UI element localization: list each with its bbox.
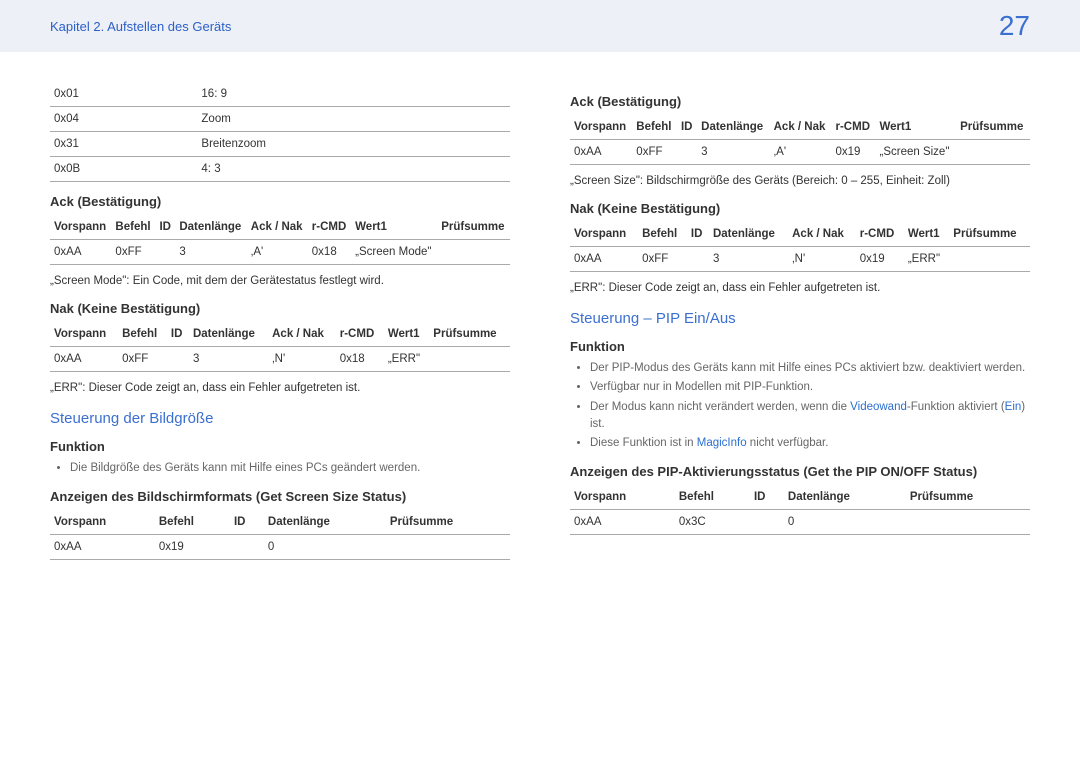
- ack-table: VorspannBefehlIDDatenlängeAck / Nakr-CMD…: [570, 115, 1030, 165]
- table-row: 0xAA0xFF3‚N'0x19„ERR": [570, 247, 1030, 272]
- nak-note: „ERR": Dieser Code zeigt an, dass ein Fe…: [50, 380, 510, 396]
- ack-title: Ack (Bestätigung): [50, 194, 510, 209]
- ack-title: Ack (Bestätigung): [570, 94, 1030, 109]
- section-title-pip: Steuerung – PIP Ein/Aus: [570, 310, 1030, 327]
- table-row: 0xAA0xFF3‚A'0x19„Screen Size": [570, 140, 1030, 165]
- table-row: 0xAA0x3C0: [570, 510, 1030, 535]
- funktion-title: Funktion: [50, 439, 510, 454]
- nak-title: Nak (Keine Bestätigung): [570, 201, 1030, 216]
- page-number: 27: [999, 10, 1030, 42]
- code-table: 0x0116: 9 0x04Zoom 0x31Breitenzoom 0x0B4…: [50, 82, 510, 182]
- header-bar: Kapitel 2. Aufstellen des Geräts 27: [0, 0, 1080, 52]
- table-row: 0x04Zoom: [50, 107, 510, 132]
- table-row: 0xAA0x190: [50, 535, 510, 560]
- status-table: VorspannBefehlIDDatenlängePrüfsumme 0xAA…: [50, 510, 510, 560]
- table-row: 0x0B4: 3: [50, 157, 510, 182]
- status-table: VorspannBefehlIDDatenlängePrüfsumme 0xAA…: [570, 485, 1030, 535]
- table-row: 0x31Breitenzoom: [50, 132, 510, 157]
- magicinfo-link[interactable]: MagicInfo: [697, 437, 747, 449]
- nak-table: VorspannBefehlIDDatenlängeAck / Nakr-CMD…: [570, 222, 1030, 272]
- table-row: 0xAA0xFF3‚N'0x18„ERR": [50, 347, 510, 372]
- table-row: 0xAA0xFF3‚A'0x18„Screen Mode": [50, 240, 510, 265]
- nak-title: Nak (Keine Bestätigung): [50, 301, 510, 316]
- chapter-title: Kapitel 2. Aufstellen des Geräts: [50, 19, 231, 34]
- ack-note: „Screen Size": Bildschirmgröße des Gerät…: [570, 173, 1030, 189]
- left-column: 0x0116: 9 0x04Zoom 0x31Breitenzoom 0x0B4…: [50, 82, 510, 560]
- funktion-title: Funktion: [570, 339, 1030, 354]
- funktion-list: Die Bildgröße des Geräts kann mit Hilfe …: [50, 460, 510, 477]
- ein-link[interactable]: Ein: [1005, 401, 1022, 413]
- videowand-link[interactable]: Videowand: [850, 401, 907, 413]
- content: 0x0116: 9 0x04Zoom 0x31Breitenzoom 0x0B4…: [0, 52, 1080, 560]
- section-title-bildgroesse: Steuerung der Bildgröße: [50, 410, 510, 427]
- nak-note: „ERR": Dieser Code zeigt an, dass ein Fe…: [570, 280, 1030, 296]
- status-title: Anzeigen des PIP-Aktivierungsstatus (Get…: [570, 464, 1030, 479]
- list-item: Diese Funktion ist in MagicInfo nicht ve…: [590, 435, 1030, 452]
- ack-note: „Screen Mode": Ein Code, mit dem der Ger…: [50, 273, 510, 289]
- nak-table: VorspannBefehlIDDatenlängeAck / Nakr-CMD…: [50, 322, 510, 372]
- table-row: 0x0116: 9: [50, 82, 510, 107]
- right-column: Ack (Bestätigung) VorspannBefehlIDDatenl…: [570, 82, 1030, 560]
- funktion-list: Der PIP-Modus des Geräts kann mit Hilfe …: [570, 360, 1030, 452]
- status-title: Anzeigen des Bildschirmformats (Get Scre…: [50, 489, 510, 504]
- ack-table: VorspannBefehlIDDatenlängeAck / Nakr-CMD…: [50, 215, 510, 265]
- list-item: Der Modus kann nicht verändert werden, w…: [590, 399, 1030, 434]
